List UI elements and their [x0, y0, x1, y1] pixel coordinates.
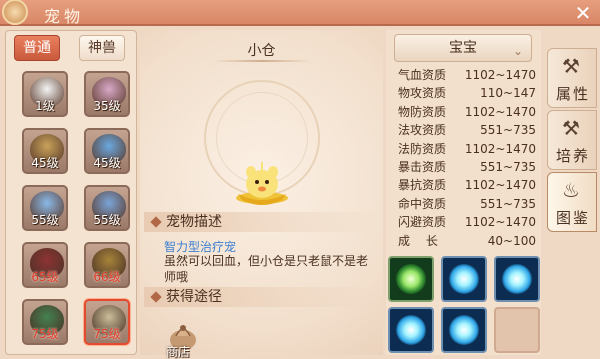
stat-row: 法攻资质 551~735 [398, 121, 536, 139]
stat-label: 物防资质 [398, 104, 447, 119]
pet-level: 45级 [93, 156, 121, 170]
pet-level: 65级 [31, 270, 59, 284]
chevron-down-icon: ⌄ [512, 44, 523, 58]
side-tab-label: 图鉴 [555, 209, 590, 227]
stat-label: 暴抗资质 [398, 178, 447, 193]
pet-level: 75级 [31, 327, 59, 341]
source-label[interactable]: 商店 [166, 343, 190, 359]
skill-orb-icon [449, 264, 479, 294]
stat-row: 法防资质 1102~1470 [398, 140, 536, 158]
skill-slot[interactable] [494, 256, 540, 302]
stat-value: 1102~1470 [464, 215, 536, 230]
stat-label: 法攻资质 [398, 123, 447, 138]
pet-slot[interactable]: 35级 [84, 71, 130, 117]
stat-row: 命中资质 551~735 [398, 195, 536, 213]
pet-slot[interactable]: 55级 [22, 185, 68, 231]
skill-orb-icon [396, 264, 426, 294]
skill-slot[interactable] [388, 307, 434, 353]
window-title: 宠物 [44, 7, 85, 26]
pet-slot[interactable]: 75级 [84, 299, 130, 345]
pet-name: 小仓 [247, 43, 276, 59]
side-tab-attributes[interactable]: ⚒ 属性 [547, 48, 597, 108]
side-tabs: ⚒ 属性 ⚒ 培养 ♨ 图鉴 [545, 40, 600, 232]
diamond-icon [150, 291, 162, 303]
side-tab-handbook[interactable]: ♨ 图鉴 [547, 172, 597, 232]
stat-label: 闪避资质 [398, 215, 447, 230]
pet-detail-panel: 小仓 宠物描述 智力型治疗宠 虽然可以回血，但小仓是只老鼠不是老师哦 获得途径 … [140, 30, 383, 359]
stat-label: 命中资质 [398, 196, 447, 211]
pet-slot[interactable]: 55级 [84, 185, 130, 231]
pet-level: 1级 [35, 99, 55, 113]
skill-orb-icon [449, 315, 479, 345]
source-header: 获得途径 [144, 287, 380, 307]
stat-row: 闪避资质 1102~1470 [398, 213, 536, 231]
diamond-icon [150, 216, 162, 228]
stat-label: 法防资质 [398, 141, 447, 156]
pet-model [236, 162, 288, 205]
side-tab-training[interactable]: ⚒ 培养 [547, 110, 597, 170]
growth-stage-dropdown[interactable]: 宝宝 ⌄ [394, 34, 532, 62]
pet-level: 75级 [93, 327, 121, 341]
stat-row: 成 长 40~100 [398, 232, 536, 250]
stat-label: 气血资质 [398, 68, 447, 82]
stat-label: 成 长 [398, 233, 438, 248]
pet-slot[interactable]: 45级 [84, 128, 130, 174]
skill-slot[interactable] [441, 307, 487, 353]
stat-value: 110~147 [480, 86, 536, 101]
hammer-icon: ⚒ [562, 116, 580, 140]
stat-row: 气血资质 1102~1470 [398, 66, 536, 84]
pet-slot[interactable]: 75级 [22, 299, 68, 345]
pet-slot[interactable]: 45级 [22, 128, 68, 174]
description-header: 宠物描述 [144, 212, 380, 232]
pet-level: 35级 [93, 99, 121, 113]
skill-orb-icon [396, 315, 426, 345]
pet-list-panel: 普通 神兽 1级 35级 45级 45级 55级 55级 65级 66级 75级 75级 [5, 30, 137, 355]
stat-value: 1102~1470 [464, 178, 536, 193]
skill-slot[interactable] [388, 256, 434, 302]
anvil-icon: ⚒ [562, 54, 580, 78]
title-bar: 宠物 ✕ [0, 0, 600, 26]
skill-slot-empty[interactable] [494, 307, 540, 353]
tab-normal[interactable]: 普通 [14, 35, 60, 61]
emblem-icon [2, 0, 28, 25]
stat-row: 暴击资质 551~735 [398, 158, 536, 176]
pet-slot[interactable]: 65级 [22, 242, 68, 288]
stat-label: 物攻资质 [398, 86, 447, 101]
stat-value: 551~735 [480, 160, 536, 174]
stat-value: 40~100 [487, 233, 536, 248]
stats-panel: 宝宝 ⌄ 气血资质 1102~1470 物攻资质 110~147 物防资质 1102~14… [386, 30, 541, 355]
name-ornament [212, 60, 312, 62]
close-button[interactable]: ✕ [572, 2, 594, 24]
pet-level: 55级 [31, 213, 59, 227]
stat-value: 551~735 [480, 123, 536, 138]
stat-value: 1102~1470 [464, 68, 536, 82]
stat-row: 物防资质 1102~1470 [398, 103, 536, 121]
pet-level: 55级 [93, 213, 121, 227]
pet-slot[interactable]: 66级 [84, 242, 130, 288]
pet-level: 45级 [31, 156, 59, 170]
pet-slot[interactable]: 1级 [22, 71, 68, 117]
stat-value: 1102~1470 [464, 141, 536, 156]
side-tab-label: 培养 [555, 147, 590, 165]
skill-slot[interactable] [441, 256, 487, 302]
stat-row: 物攻资质 110~147 [398, 84, 536, 102]
pet-level: 66级 [93, 270, 121, 284]
side-tab-label: 属性 [555, 85, 590, 103]
stat-row: 暴抗资质 1102~1470 [398, 176, 536, 194]
skill-orb-icon [502, 264, 532, 294]
tab-divine-beast[interactable]: 神兽 [79, 35, 125, 61]
stat-value: 1102~1470 [464, 104, 536, 119]
stat-value: 551~735 [480, 196, 536, 211]
stat-label: 暴击资质 [398, 160, 447, 174]
cauldron-icon: ♨ [562, 178, 580, 202]
pet-description: 虽然可以回血，但小仓是只老鼠不是老师哦 [164, 254, 369, 284]
